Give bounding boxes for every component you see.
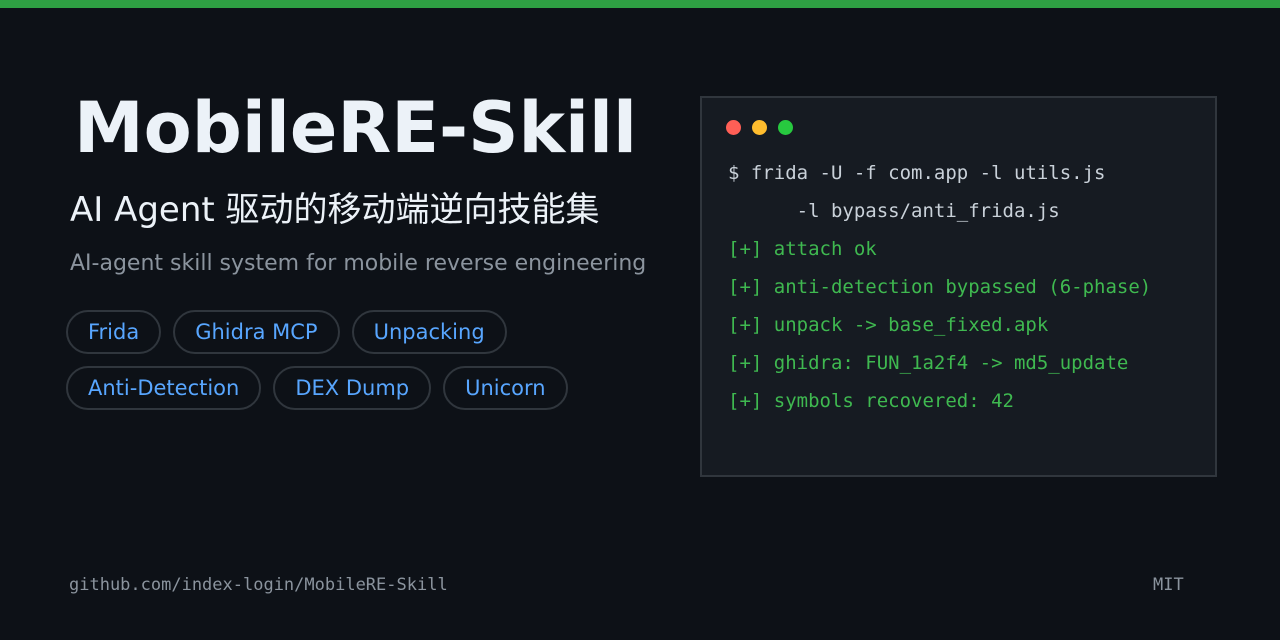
tag-row-2: Anti-Detection DEX Dump Unicorn (66, 366, 626, 410)
subtitle-english: AI-agent skill system for mobile reverse… (70, 251, 647, 276)
tag-frida[interactable]: Frida (66, 310, 162, 354)
tag-anti-detection[interactable]: Anti-Detection (66, 366, 262, 410)
tag-list: Frida Ghidra MCP Unpacking Anti-Detectio… (66, 310, 626, 422)
terminal-line: [+] ghidra: FUN_1a2f4 -> md5_update (728, 352, 1129, 374)
terminal-line: -l bypass/anti_frida.js (728, 200, 1060, 222)
tag-row-1: Frida Ghidra MCP Unpacking (66, 310, 626, 354)
terminal-line: $ frida -U -f com.app -l utils.js (728, 162, 1106, 184)
terminal-line: [+] symbols recovered: 42 (728, 390, 1014, 412)
page-title: MobileRE-Skill (74, 87, 638, 169)
tag-ghidra-mcp[interactable]: Ghidra MCP (173, 310, 340, 354)
tag-dex-dump[interactable]: DEX Dump (273, 366, 432, 410)
close-dot-icon[interactable] (726, 120, 741, 135)
license-label: MIT (1153, 575, 1184, 595)
repo-link[interactable]: github.com/index-login/MobileRE-Skill (69, 574, 448, 596)
minimize-dot-icon[interactable] (752, 120, 767, 135)
terminal-window: $ frida -U -f com.app -l utils.js -l byp… (700, 96, 1217, 477)
window-controls (726, 120, 793, 135)
terminal-output: $ frida -U -f com.app -l utils.js -l byp… (728, 154, 1151, 420)
terminal-line: [+] unpack -> base_fixed.apk (728, 314, 1049, 336)
terminal-line: [+] anti-detection bypassed (6-phase) (728, 276, 1152, 298)
subtitle-chinese: AI Agent 驱动的移动端逆向技能集 (70, 190, 600, 230)
maximize-dot-icon[interactable] (778, 120, 793, 135)
tag-unicorn[interactable]: Unicorn (443, 366, 568, 410)
top-accent-bar (0, 0, 1280, 8)
tag-unpacking[interactable]: Unpacking (351, 310, 507, 354)
terminal-line: [+] attach ok (728, 238, 877, 260)
